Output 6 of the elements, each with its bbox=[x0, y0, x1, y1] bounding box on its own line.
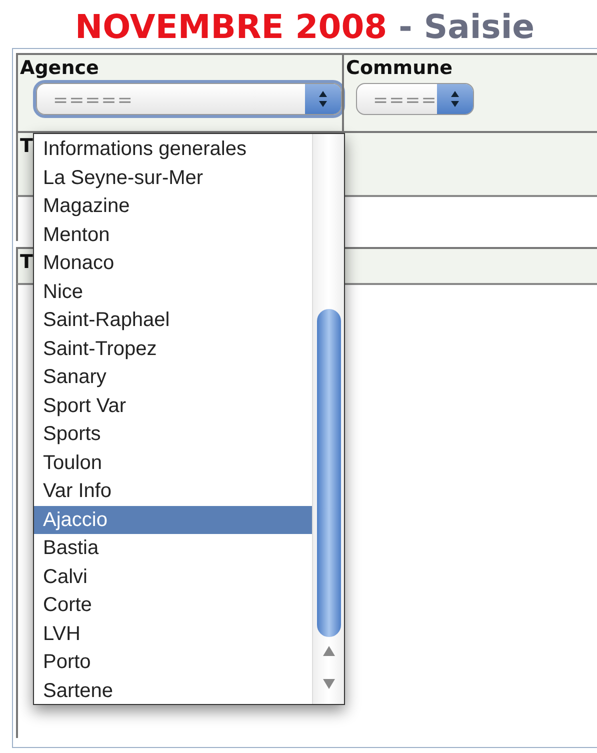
page-title-date: NOVEMBRE 2008 bbox=[75, 7, 388, 46]
page-title-text: - Saisie bbox=[398, 7, 535, 46]
field-label: T bbox=[20, 251, 33, 273]
field-label: T bbox=[20, 135, 33, 157]
field-label: Agence bbox=[20, 58, 100, 79]
field-label: Commune bbox=[346, 58, 454, 79]
